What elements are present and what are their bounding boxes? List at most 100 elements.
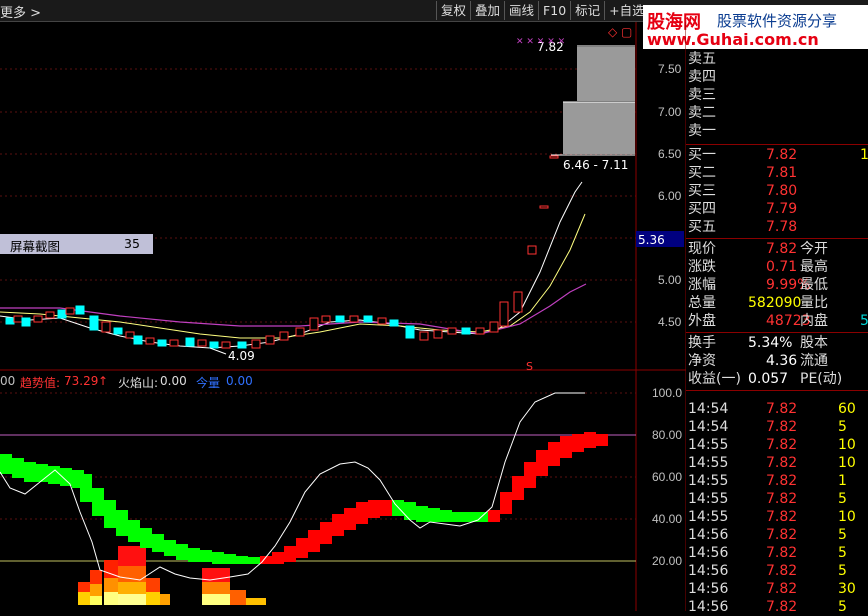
tick-time: 14:55 <box>688 491 729 507</box>
ribbon-segment <box>320 522 332 544</box>
ribbon-segment <box>212 552 224 564</box>
toolbar-button-2[interactable]: 画线 <box>504 1 538 20</box>
tick-time: 14:55 <box>688 437 729 453</box>
indicator-tick-0: 100.0 <box>652 386 682 400</box>
candle <box>145 337 155 345</box>
ribbon-segment <box>452 512 464 522</box>
candle <box>405 325 415 339</box>
candle <box>377 317 387 325</box>
tick-vol: 5 <box>838 545 847 561</box>
bid-price: 7.80 <box>766 183 798 199</box>
ribbon-segment <box>176 544 188 560</box>
ask-row: 卖三 <box>686 86 868 104</box>
tick-time: 14:54 <box>688 401 729 417</box>
fund-value: 4.36 <box>766 353 798 369</box>
ribbon-segment <box>404 502 416 520</box>
trend-ribbon <box>0 432 608 564</box>
tick-price: 7.82 <box>766 455 798 471</box>
screenshot-tag[interactable]: 屏幕截图 35 <box>0 234 153 254</box>
candle <box>527 245 537 255</box>
bid-vol: 1 <box>860 147 868 163</box>
tick-vol: 1 <box>838 473 847 489</box>
quote-key: 涨跌 <box>688 259 716 275</box>
quote-value: 7.82 <box>766 241 798 257</box>
screenshot-tag-label: 屏幕截图 <box>10 239 61 254</box>
ribbon-segment <box>356 502 368 524</box>
candle <box>549 155 559 159</box>
candle <box>21 317 31 327</box>
sell-signal-marker: S <box>526 360 533 373</box>
trend-name: 趋势值: <box>20 376 61 390</box>
quote-row: 涨跌 0.71 最高 <box>686 258 868 276</box>
candle <box>157 339 167 347</box>
fundamental-row: 收益(一) 0.057 PE(动) <box>686 370 868 388</box>
tick-vol: 5 <box>838 491 847 507</box>
candle <box>197 339 207 347</box>
indicator-tick-1: 80.00 <box>652 428 682 442</box>
candle <box>499 301 509 327</box>
ribbon-segment <box>188 548 200 562</box>
ribbon-segment <box>416 506 428 522</box>
ribbon-segment <box>92 488 104 516</box>
signal-marks: ✕ ✕ ✕ ✕ ✕ <box>516 37 565 47</box>
candle <box>349 315 359 323</box>
ask-row: 卖四 <box>686 68 868 86</box>
tick-price: 7.82 <box>766 599 798 615</box>
quote-key-2: 今开 <box>800 241 828 257</box>
ribbon-segment <box>488 510 500 522</box>
ribbon-segment <box>164 540 176 556</box>
ribbon-segment <box>380 500 392 516</box>
current-price-tag: 5.36 <box>638 233 665 247</box>
tick-row: 14:54 7.82 5 <box>686 418 868 436</box>
tick-price: 7.82 <box>766 401 798 417</box>
tick-row: 14:55 7.82 5 <box>686 490 868 508</box>
candle <box>309 317 319 331</box>
bid-label: 买二 <box>688 165 716 181</box>
ribbon-segment <box>344 508 356 530</box>
tick-time: 14:56 <box>688 527 729 543</box>
ribbon-segment <box>368 500 380 518</box>
candle <box>57 309 67 319</box>
more-menu[interactable]: 更多 > <box>0 2 41 21</box>
fund-key: 净资 <box>688 353 716 369</box>
candle <box>101 321 111 333</box>
candle <box>419 331 429 341</box>
ribbon-segment <box>236 556 248 564</box>
tick-row: 14:56 7.82 5 <box>686 562 868 580</box>
tick-vol: 10 <box>838 455 856 471</box>
toolbar-button-0[interactable]: 复权 <box>436 1 470 20</box>
trend-value: 73.29 <box>64 374 99 388</box>
tick-row: 14:54 7.82 60 <box>686 400 868 418</box>
volume-value: 0.00 <box>226 374 253 388</box>
bid-price: 7.78 <box>766 219 798 235</box>
candle <box>251 339 261 349</box>
tick-row: 14:56 7.82 30 <box>686 580 868 598</box>
tick-vol: 5 <box>838 563 847 579</box>
indicator-axis: 100.0 80.00 60.00 40.00 20.00 <box>652 386 682 568</box>
ask-label: 卖四 <box>688 69 716 85</box>
toolbar-button-5[interactable]: +自选 <box>604 1 648 20</box>
indicator-tick-3: 40.00 <box>652 512 682 526</box>
ribbon-segment <box>524 462 536 488</box>
quote-key-2: 最高 <box>800 259 828 275</box>
bid-label: 买一 <box>688 147 716 163</box>
low-price-label: 4.09 <box>228 349 255 363</box>
toolbar-button-4[interactable]: 标记 <box>570 1 604 20</box>
ribbon-segment <box>152 534 164 552</box>
kline-chart[interactable]: 7.507.006.506.005.505.004.50 5.36 7.82 6… <box>0 22 686 611</box>
toolbar-button-3[interactable]: F10 <box>538 1 570 20</box>
ribbon-segment <box>80 474 92 502</box>
tick-vol: 5 <box>838 527 847 543</box>
indicator-tick-2: 60.00 <box>652 470 682 484</box>
bid-row: 买四 7.79 <box>686 200 868 218</box>
candle <box>133 335 143 345</box>
quote-panel: 卖五 卖四 卖三 卖二 卖一 买一 7.82 1 买二 7.81 买三 7.80 买四 7.79 买五 7.7… <box>686 50 868 615</box>
candle <box>461 327 471 335</box>
screenshot-tag-value: 35 <box>124 236 140 251</box>
candle <box>185 337 195 347</box>
quote-row: 外盘 48723 内盘 5 <box>686 312 868 330</box>
toolbar-button-1[interactable]: 叠加 <box>470 1 504 20</box>
candle <box>33 315 43 323</box>
ribbon-segment <box>572 434 584 452</box>
ask-label: 卖三 <box>688 87 716 103</box>
